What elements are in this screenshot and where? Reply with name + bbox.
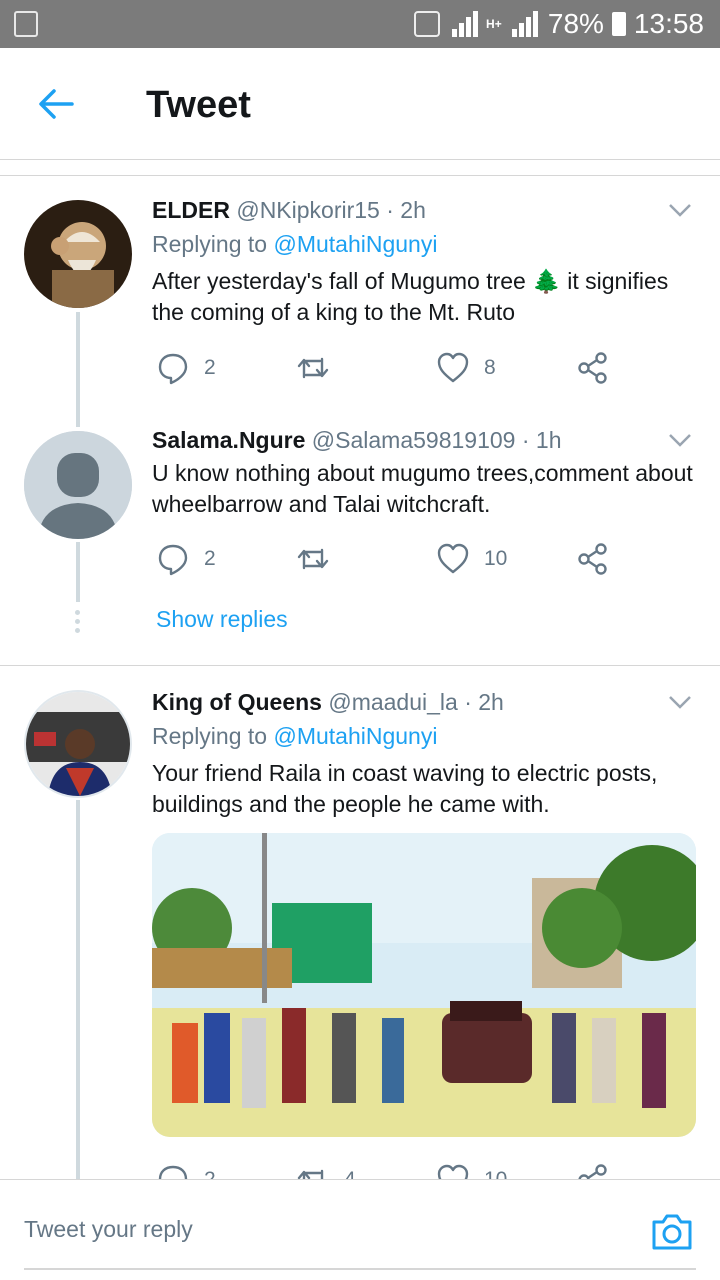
retweet-button[interactable]: 4 [296,1160,356,1180]
tweet-media-image[interactable] [152,833,696,1137]
replying-handle[interactable]: @MutahiNgunyi [273,723,437,749]
author-name[interactable]: King of Queens [152,689,322,715]
share-icon [578,1164,607,1180]
retweet-icon [297,1169,324,1180]
reply-input[interactable]: Tweet your reply [24,1216,193,1243]
tweet-header: King of Queens @maadui_la · 2h [152,689,504,716]
tweet-text: Your friend Raila in coast waving to ele… [152,760,658,817]
tweet-actions: 2 4 10 [152,1160,622,1180]
chevron-down-icon[interactable] [668,694,692,710]
tweet-time: · 2h [464,689,504,715]
camera-icon[interactable] [650,1210,694,1254]
author-handle[interactable]: @maadui_la [328,689,457,715]
comment-icon [158,1165,188,1180]
replying-label: Replying to [152,723,268,749]
input-underline [24,1268,696,1270]
heart-icon [437,1164,469,1180]
replying-to: Replying to @MutahiNgunyi [152,723,437,750]
share-button[interactable] [576,1160,610,1180]
reply-button[interactable]: 2 [156,1160,216,1180]
tweet-item[interactable]: King of Queens @maadui_la · 2h Replying … [0,0,720,1180]
like-button[interactable]: 10 [436,1160,507,1180]
avatar[interactable] [24,690,132,798]
reply-bar: Tweet your reply [0,1179,720,1280]
